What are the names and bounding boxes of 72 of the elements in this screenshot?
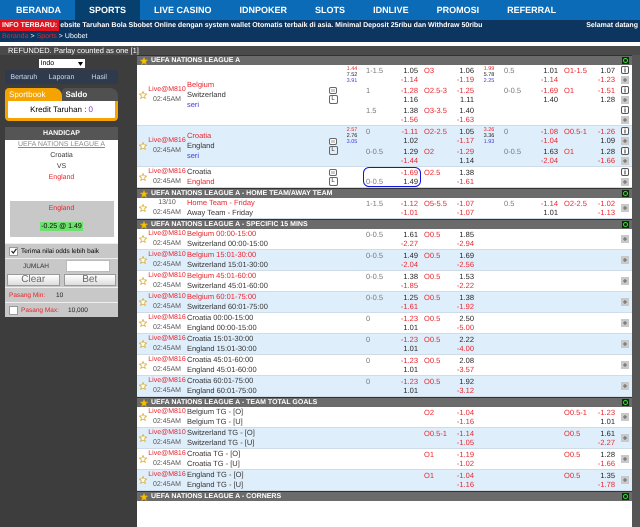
nav-tab[interactable]: SLOTS — [301, 0, 360, 20]
expand-icon[interactable] — [621, 340, 629, 348]
expand-icon[interactable] — [621, 178, 629, 186]
accept-checkbox[interactable] — [9, 246, 18, 256]
star-icon[interactable] — [139, 413, 147, 421]
expand-icon[interactable] — [621, 96, 629, 104]
expand-icon[interactable] — [621, 434, 629, 442]
star-icon — [140, 190, 148, 198]
nav-tab[interactable]: REFERRAL — [493, 0, 570, 20]
star-icon[interactable] — [139, 361, 147, 369]
tv-icon[interactable] — [329, 168, 337, 176]
action-button[interactable]: Clear — [7, 274, 60, 286]
expand-icon[interactable] — [621, 277, 629, 285]
star-icon — [140, 220, 148, 228]
book-tab[interactable]: Saldo — [62, 88, 118, 101]
star-icon[interactable] — [139, 476, 147, 484]
expand-icon[interactable] — [621, 319, 629, 327]
star-icon[interactable] — [139, 319, 147, 327]
refresh-icon[interactable] — [622, 221, 629, 228]
nav-tab[interactable]: BERANDA — [2, 0, 75, 20]
expand-icon[interactable] — [621, 361, 629, 369]
star-icon[interactable] — [139, 277, 147, 285]
expand-icon[interactable] — [621, 382, 629, 390]
credit-label: Kredit Taruhan : — [30, 105, 86, 114]
star-icon — [140, 56, 148, 64]
scrollbar[interactable] — [632, 55, 640, 527]
expand-icon[interactable] — [621, 256, 629, 264]
info-icon[interactable] — [621, 168, 629, 176]
tv-icon[interactable] — [329, 86, 337, 94]
nav-tab[interactable]: LIVE CASINO — [140, 0, 226, 20]
star-icon[interactable] — [139, 204, 147, 212]
refresh-icon[interactable] — [622, 399, 629, 406]
star-icon[interactable] — [139, 256, 147, 264]
max-checkbox[interactable] — [9, 306, 18, 314]
star-icon[interactable] — [139, 434, 147, 442]
nav-tab[interactable]: IDNPOKER — [226, 0, 302, 20]
star-icon — [140, 398, 148, 406]
star-icon[interactable] — [139, 173, 147, 181]
star-icon[interactable] — [139, 382, 147, 390]
expand-icon[interactable] — [621, 116, 629, 124]
credit-value: 0 — [88, 105, 93, 114]
nav-tab[interactable]: PROMOSI — [422, 0, 494, 20]
expand-icon[interactable] — [621, 76, 629, 84]
amount-field[interactable] — [66, 260, 110, 272]
star-icon — [140, 492, 148, 500]
dropdown-arrow-icon[interactable] — [78, 62, 82, 66]
refresh-icon[interactable] — [622, 57, 629, 64]
action-button[interactable]: Bet — [64, 274, 116, 286]
star-icon[interactable] — [139, 142, 147, 150]
nav-tab[interactable]: SPORTS — [75, 0, 140, 20]
star-icon[interactable] — [139, 455, 147, 463]
info-icon[interactable] — [621, 86, 629, 94]
expand-icon[interactable] — [621, 157, 629, 165]
expand-icon[interactable] — [621, 137, 629, 145]
expand-icon[interactable] — [621, 455, 629, 463]
expand-icon[interactable] — [621, 204, 629, 212]
info-icon[interactable] — [621, 66, 629, 74]
tv-icon[interactable] — [329, 138, 337, 144]
star-icon[interactable] — [139, 298, 147, 306]
refresh-icon[interactable] — [622, 493, 629, 500]
info-icon[interactable] — [621, 106, 629, 114]
star-icon[interactable] — [139, 340, 147, 348]
star-icon[interactable] — [139, 235, 147, 243]
refresh-icon[interactable] — [622, 190, 629, 197]
nav-tab[interactable]: IDNLIVE — [359, 0, 423, 20]
expand-icon[interactable] — [621, 235, 629, 243]
info-icon[interactable] — [621, 127, 629, 135]
expand-icon[interactable] — [621, 476, 629, 484]
star-icon[interactable] — [139, 91, 147, 99]
info-icon[interactable] — [621, 147, 629, 155]
expand-icon[interactable] — [621, 413, 629, 421]
expand-icon[interactable] — [621, 298, 629, 306]
